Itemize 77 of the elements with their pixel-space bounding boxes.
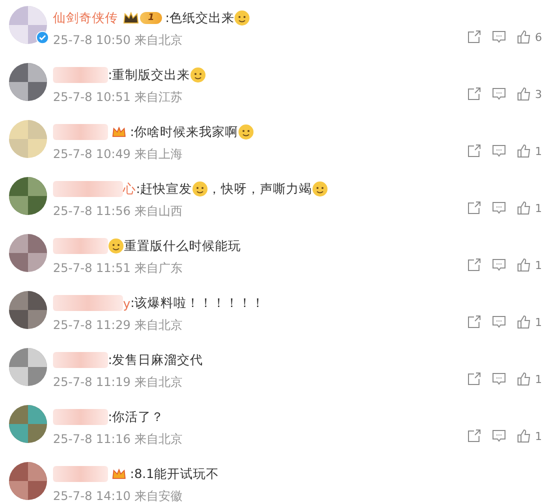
comment-time: 25-7-8 11:16 来自北京 (53, 431, 184, 448)
emoji-icon (190, 67, 206, 83)
like-count: 1 (535, 316, 543, 328)
comment-text: :发售日麻溜交代 (108, 352, 204, 368)
user-name[interactable]: y (123, 296, 130, 310)
comment-icon[interactable] (492, 315, 506, 329)
blurred-name (53, 466, 108, 482)
avatar[interactable] (9, 405, 47, 443)
share-icon[interactable] (467, 315, 481, 329)
avatar[interactable] (9, 291, 47, 329)
avatar[interactable] (9, 177, 47, 215)
emoji-icon (192, 181, 208, 197)
like-icon[interactable] (517, 315, 531, 329)
user-name[interactable]: 心 (123, 180, 136, 198)
comment-text: :8.1能开试玩不 (130, 466, 220, 482)
comment-text: 重置版什么时候能玩 (124, 238, 241, 254)
like-count: 1 (535, 430, 543, 442)
like-icon[interactable] (517, 144, 531, 158)
comment-text: :你啥时候来我家啊 (130, 124, 238, 140)
emoji-icon (312, 181, 328, 197)
share-icon[interactable] (467, 201, 481, 215)
like-count: 1 (535, 144, 543, 158)
comment-icon[interactable] (492, 201, 506, 215)
like-count: 6 (535, 30, 543, 44)
comment-text: :该爆料啦！！！！！！ (130, 294, 265, 312)
like-icon[interactable] (517, 201, 531, 215)
blurred-name (53, 67, 108, 83)
avatar[interactable] (9, 6, 47, 44)
level-badge: 1 (140, 12, 162, 24)
blurred-name (53, 124, 108, 140)
emoji-icon (238, 124, 254, 140)
share-icon[interactable] (467, 429, 481, 443)
share-icon[interactable] (467, 372, 481, 386)
comment-text: :重制版交出来 (108, 66, 190, 84)
comment-icon[interactable] (492, 429, 506, 443)
comment-text: :你活了？ (108, 408, 164, 426)
like-count: 1 (535, 258, 543, 272)
blurred-name (53, 409, 108, 425)
comment-icon[interactable] (492, 30, 506, 44)
avatar[interactable] (9, 63, 47, 101)
like-count: 1 (535, 202, 543, 214)
emoji-icon (108, 238, 124, 254)
share-icon[interactable] (467, 144, 481, 158)
comment-time: 25-7-8 11:56 来自山西 (53, 203, 184, 220)
like-count: 3 (535, 88, 543, 100)
comment-icon[interactable] (492, 144, 506, 158)
comment-time: 25-7-8 11:29 来自北京 (53, 317, 184, 334)
comment-time: 25-7-8 11:51 来自广东 (53, 260, 184, 277)
blurred-name (53, 181, 123, 197)
avatar[interactable] (9, 348, 47, 386)
comment-time: 25-7-8 10:51 来自江苏 (53, 89, 184, 106)
blurred-name (53, 352, 108, 368)
like-icon[interactable] (517, 30, 531, 44)
user-name[interactable]: 仙剑奇侠传 (53, 10, 118, 26)
avatar[interactable] (9, 234, 47, 272)
like-icon[interactable] (517, 429, 531, 443)
comment-time: 25-7-8 11:19 来自北京 (53, 374, 184, 391)
share-icon[interactable] (467, 87, 481, 101)
comment-time: 25-7-8 14:10 来自安徽 (53, 488, 184, 503)
comment-icon[interactable] (492, 258, 506, 272)
avatar[interactable] (9, 462, 47, 500)
share-icon[interactable] (467, 30, 481, 44)
blurred-name (53, 295, 123, 311)
like-icon[interactable] (517, 372, 531, 386)
comment-time: 25-7-8 10:50 来自北京 (53, 32, 184, 49)
comment-icon[interactable] (492, 87, 506, 101)
comment-text: :赶快宣发 (136, 180, 192, 198)
comment-text: ，快呀，声嘶力竭 (208, 180, 312, 198)
comment-icon[interactable] (492, 372, 506, 386)
comment-text: :色纸交出来 (165, 10, 234, 26)
comment-time: 25-7-8 10:49 来自上海 (53, 146, 184, 163)
share-icon[interactable] (467, 258, 481, 272)
like-count: 1 (535, 372, 543, 386)
emoji-icon (234, 10, 250, 26)
like-icon[interactable] (517, 87, 531, 101)
like-icon[interactable] (517, 258, 531, 272)
blurred-name (53, 238, 108, 254)
